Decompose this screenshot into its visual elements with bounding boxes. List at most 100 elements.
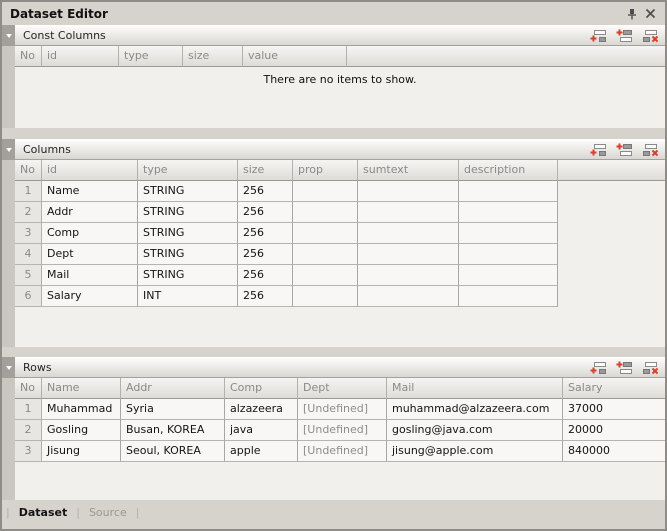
column-header: No: [15, 378, 42, 399]
collapse-arrow-icon[interactable]: [2, 357, 15, 378]
close-icon[interactable]: [641, 6, 659, 22]
collapse-arrow-icon[interactable]: [2, 25, 15, 46]
columns-table-header: No id type size prop sumtext description: [15, 160, 665, 181]
columns-header: Columns: [15, 139, 665, 160]
row-number-cell: 4: [15, 244, 42, 265]
table-row[interactable]: 3 Comp STRING 256: [15, 223, 665, 244]
dept-cell: [Undefined]: [298, 441, 387, 462]
addr-cell: Busan, KOREA: [121, 420, 225, 441]
id-cell: Dept: [42, 244, 138, 265]
tab-source[interactable]: Source: [89, 506, 127, 519]
insert-row-icon[interactable]: [616, 143, 633, 157]
tab-dataset[interactable]: Dataset: [19, 506, 68, 519]
id-cell: Salary: [42, 286, 138, 307]
column-header: size: [183, 46, 243, 67]
rows-section: Rows: [2, 357, 665, 500]
window-title: Dataset Editor: [10, 7, 623, 21]
table-row[interactable]: 5 Mail STRING 256: [15, 265, 665, 286]
salary-cell: 37000: [563, 399, 665, 420]
const-columns-gutter: [2, 25, 15, 128]
size-cell: 256: [238, 181, 293, 202]
dataset-editor-panel: Dataset Editor Const Columns: [0, 0, 667, 531]
table-row[interactable]: 6 Salary INT 256: [15, 286, 665, 307]
table-row[interactable]: 2 Gosling Busan, KOREA java [Undefined] …: [15, 420, 665, 441]
footer-tab-bar: | Dataset | Source |: [2, 500, 665, 529]
row-number-cell: 3: [15, 223, 42, 244]
prop-cell: [293, 244, 358, 265]
tab-separator: |: [76, 506, 80, 519]
row-number-cell: 1: [15, 181, 42, 202]
add-row-icon[interactable]: [590, 29, 607, 43]
column-header: id: [42, 160, 138, 181]
sumtext-cell: [358, 223, 459, 244]
column-header: size: [238, 160, 293, 181]
size-cell: 256: [238, 265, 293, 286]
tab-separator: |: [136, 506, 140, 519]
tab-separator: |: [6, 506, 10, 519]
delete-row-icon[interactable]: [642, 143, 659, 157]
table-row[interactable]: 3 Jisung Seoul, KOREA apple [Undefined] …: [15, 441, 665, 462]
table-row[interactable]: 2 Addr STRING 256: [15, 202, 665, 223]
comp-cell: alzazeera: [225, 399, 298, 420]
column-header: Dept: [298, 378, 387, 399]
const-columns-table-body: There are no items to show.: [15, 67, 665, 128]
delete-row-icon[interactable]: [642, 29, 659, 43]
column-header: Mail: [387, 378, 563, 399]
pin-icon[interactable]: [623, 6, 641, 22]
type-cell: STRING: [138, 202, 238, 223]
column-header: sumtext: [358, 160, 459, 181]
rows-header: Rows: [15, 357, 665, 378]
type-cell: STRING: [138, 223, 238, 244]
const-columns-header: Const Columns: [15, 25, 665, 46]
dept-cell: [Undefined]: [298, 420, 387, 441]
table-row[interactable]: 1 Name STRING 256: [15, 181, 665, 202]
sumtext-cell: [358, 286, 459, 307]
columns-section: Columns: [2, 139, 665, 347]
column-header: prop: [293, 160, 358, 181]
add-row-icon[interactable]: [590, 143, 607, 157]
column-header: No: [15, 160, 42, 181]
row-number-cell: 3: [15, 441, 42, 462]
prop-cell: [293, 265, 358, 286]
insert-row-icon[interactable]: [616, 29, 633, 43]
sumtext-cell: [358, 265, 459, 286]
insert-row-icon[interactable]: [616, 361, 633, 375]
description-cell: [459, 223, 558, 244]
column-header: Addr: [121, 378, 225, 399]
name-cell: Gosling: [42, 420, 121, 441]
column-header: Salary: [563, 378, 665, 399]
const-columns-table-header: No id type size value: [15, 46, 665, 67]
mail-cell: muhammad@alzazeera.com: [387, 399, 563, 420]
section-gap: [2, 128, 665, 139]
description-cell: [459, 202, 558, 223]
row-number-cell: 2: [15, 420, 42, 441]
column-header: Name: [42, 378, 121, 399]
description-cell: [459, 286, 558, 307]
salary-cell: 840000: [563, 441, 665, 462]
prop-cell: [293, 202, 358, 223]
size-cell: 256: [238, 244, 293, 265]
const-columns-section: Const Columns: [2, 25, 665, 128]
row-number-cell: 5: [15, 265, 42, 286]
section-title: Rows: [23, 361, 590, 374]
collapse-arrow-icon[interactable]: [2, 139, 15, 160]
table-row[interactable]: 4 Dept STRING 256: [15, 244, 665, 265]
description-cell: [459, 265, 558, 286]
comp-cell: apple: [225, 441, 298, 462]
column-header: No: [15, 46, 42, 67]
rows-gutter: [2, 357, 15, 500]
row-number-cell: 1: [15, 399, 42, 420]
column-header: description: [459, 160, 558, 181]
id-cell: Name: [42, 181, 138, 202]
id-cell: Mail: [42, 265, 138, 286]
prop-cell: [293, 286, 358, 307]
table-row[interactable]: 1 Muhammad Syria alzazeera [Undefined] m…: [15, 399, 665, 420]
add-row-icon[interactable]: [590, 361, 607, 375]
delete-row-icon[interactable]: [642, 361, 659, 375]
titlebar: Dataset Editor: [2, 2, 665, 25]
section-gap: [2, 347, 665, 357]
sumtext-cell: [358, 244, 459, 265]
size-cell: 256: [238, 286, 293, 307]
description-cell: [459, 244, 558, 265]
rows-table-body: 1 Muhammad Syria alzazeera [Undefined] m…: [15, 399, 665, 500]
